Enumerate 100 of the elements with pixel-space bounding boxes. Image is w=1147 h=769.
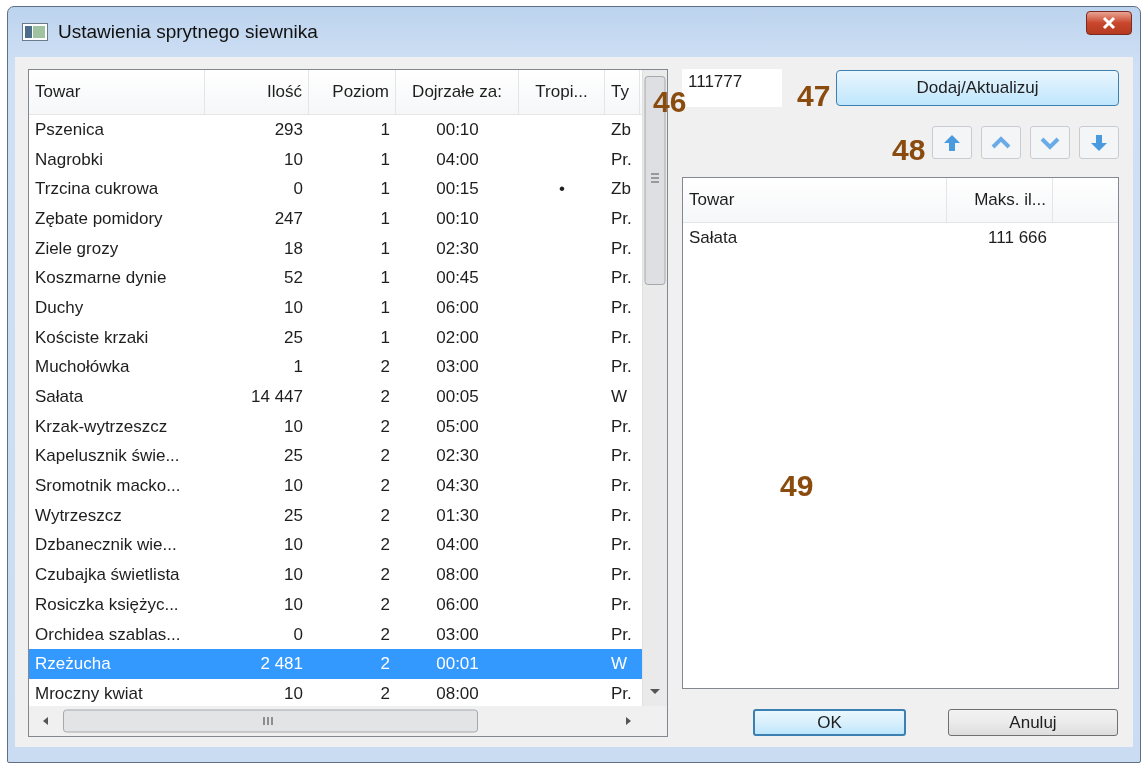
list-row[interactable]: Ziele grozy 18 1 02:30 Pr.	[29, 233, 642, 264]
table-cell: 00:15	[436, 179, 479, 200]
move-up-button[interactable]	[981, 126, 1021, 159]
table-cell: 1	[380, 297, 390, 318]
table-cell: 10	[284, 297, 303, 318]
list-row[interactable]: Dzbanecznik wie... 10 2 04:00 Pr.	[29, 530, 642, 561]
table-cell: 05:00	[436, 416, 479, 437]
move-top-button[interactable]	[932, 126, 972, 159]
annotation-number: 48	[892, 133, 926, 167]
table-cell: 04:30	[436, 476, 479, 497]
column-header[interactable]: Ty	[605, 70, 640, 114]
table-cell: 1	[380, 327, 390, 348]
table-cell: 1	[293, 357, 303, 378]
list-row[interactable]: Kościste krzaki 25 1 02:00 Pr.	[29, 322, 642, 353]
column-header[interactable]: Dojrzałe za:	[396, 70, 519, 114]
list-row[interactable]: Koszmarne dynie 52 1 00:45 Pr.	[29, 263, 642, 294]
table-cell: 04:00	[436, 535, 479, 556]
column-header[interactable]: Maks. il...	[947, 178, 1053, 222]
table-cell: Pr.	[611, 446, 632, 467]
column-header[interactable]: Towar	[683, 178, 947, 222]
table-cell: 10	[284, 683, 303, 704]
table-cell: Pr.	[611, 505, 632, 526]
table-cell: Pr.	[611, 327, 632, 348]
table-cell: 1	[380, 238, 390, 259]
table-cell: 2	[380, 505, 390, 526]
table-cell: Mroczny kwiat	[35, 683, 143, 704]
table-cell: 18	[284, 238, 303, 259]
list-row[interactable]: Pszenica 293 1 00:10 Zb	[29, 115, 642, 145]
ok-button[interactable]: OK	[753, 709, 906, 736]
table-cell: Pr.	[611, 535, 632, 556]
list-row[interactable]: Kapelusznik świe... 25 2 02:30 Pr.	[29, 441, 642, 472]
table-cell: 25	[284, 446, 303, 467]
table-cell: 2	[380, 535, 390, 556]
list-row[interactable]: Wytrzeszcz 25 2 01:30 Pr.	[29, 500, 642, 531]
table-cell: 08:00	[436, 565, 479, 586]
table-cell: 1	[380, 179, 390, 200]
table-cell: Wytrzeszcz	[35, 505, 122, 526]
table-cell: Pr.	[611, 208, 632, 229]
list-row[interactable]: Trzcina cukrowa 0 1 00:15 • Zb	[29, 174, 642, 205]
table-cell: Pr.	[611, 416, 632, 437]
table-cell: Pr.	[611, 476, 632, 497]
table-cell: Pr.	[611, 268, 632, 289]
table-cell: Zębate pomidory	[35, 208, 163, 229]
list-row[interactable]: Sałata 14 447 2 00:05 W	[29, 382, 642, 412]
list-row[interactable]: Czubajka świetlista 10 2 08:00 Pr.	[29, 560, 642, 590]
horizontal-scrollbar[interactable]	[29, 706, 667, 736]
list-row[interactable]: Duchy 10 1 06:00 Pr.	[29, 293, 642, 323]
table-cell: 2	[380, 357, 390, 378]
table-cell: Kościste krzaki	[35, 327, 149, 348]
cancel-button[interactable]: Anuluj	[948, 709, 1118, 736]
table-cell: Pr.	[611, 683, 632, 704]
table-cell: 06:00	[436, 594, 479, 615]
annotation-number: 47	[797, 79, 831, 113]
table-cell: 2	[380, 594, 390, 615]
list-row[interactable]: Rosiczka księżyc... 10 2 06:00 Pr.	[29, 590, 642, 620]
list-row[interactable]: Krzak-wytrzeszcz 10 2 05:00 Pr.	[29, 411, 642, 442]
table-cell: 00:45	[436, 268, 479, 289]
table-cell: 03:00	[436, 624, 479, 645]
table-cell: 52	[284, 268, 303, 289]
table-cell: Krzak-wytrzeszcz	[35, 416, 168, 437]
table-cell: 10	[284, 476, 303, 497]
column-header[interactable]: Towar	[29, 70, 205, 114]
table-cell: Pszenica	[35, 119, 104, 140]
window-title: Ustawienia sprytnego siewnika	[58, 21, 319, 43]
move-down-button[interactable]	[1030, 126, 1070, 159]
table-cell: Koszmarne dynie	[35, 268, 167, 289]
table-cell: 2	[380, 565, 390, 586]
table-cell: 2	[380, 476, 390, 497]
table-cell: 2	[380, 416, 390, 437]
scroll-left-icon	[43, 717, 48, 725]
column-header[interactable]: Ilość	[205, 70, 309, 114]
list-row[interactable]: Nagrobki 10 1 04:00 Pr.	[29, 144, 642, 175]
close-button[interactable]	[1086, 11, 1132, 35]
scroll-down-icon	[650, 689, 660, 694]
list-row[interactable]: Sałata 111 666	[683, 223, 1118, 253]
table-cell: W	[611, 654, 628, 675]
table-cell: 00:05	[436, 387, 479, 408]
table-cell: Duchy	[35, 297, 84, 318]
table-cell: Muchołówka	[35, 357, 130, 378]
list-row[interactable]: Muchołówka 1 2 03:00 Pr.	[29, 352, 642, 383]
add-update-button[interactable]: Dodaj/Aktualizuj	[836, 70, 1119, 106]
table-cell: 01:30	[436, 505, 479, 526]
table-cell: Pr.	[611, 594, 632, 615]
column-header[interactable]: Tropi...	[519, 70, 605, 114]
table-cell: 0	[293, 179, 303, 200]
table-cell: Nagrobki	[35, 149, 104, 170]
list-row[interactable]: Orchidea szablas... 0 2 03:00 Pr.	[29, 619, 642, 650]
table-cell: Czubajka świetlista	[35, 565, 180, 586]
table-cell: 1	[380, 208, 390, 229]
move-bottom-button[interactable]	[1079, 126, 1119, 159]
table-cell: Pr.	[611, 238, 632, 259]
list-row[interactable]: Sromotnik macko... 10 2 04:30 Pr.	[29, 471, 642, 501]
list-row[interactable]: Zębate pomidory 247 1 00:10 Pr.	[29, 204, 642, 234]
list-row[interactable]: Mroczny kwiat 10 2 08:00 Pr.	[29, 679, 642, 706]
table-cell: 2	[380, 387, 390, 408]
table-cell: 1	[380, 149, 390, 170]
table-cell: •	[559, 179, 565, 200]
column-header[interactable]: Poziom	[309, 70, 396, 114]
table-cell: 10	[284, 565, 303, 586]
table-cell: 04:00	[436, 149, 479, 170]
